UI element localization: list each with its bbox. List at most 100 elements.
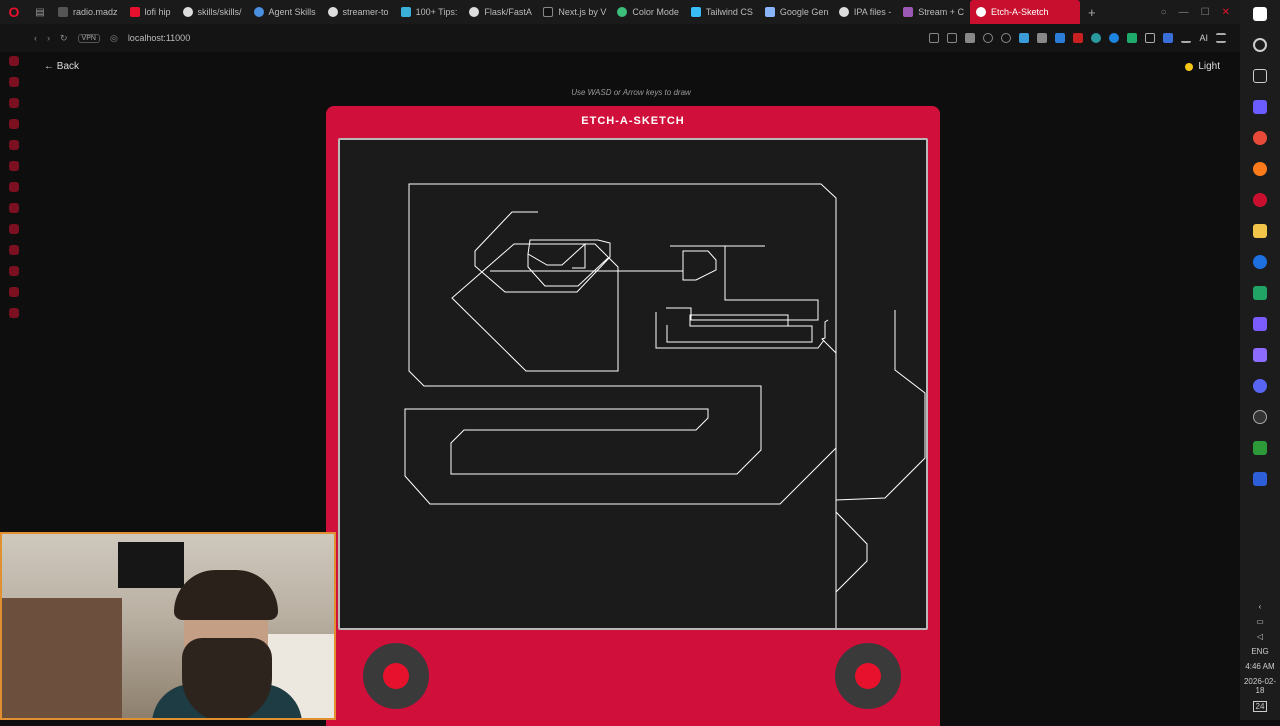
extensions-icon[interactable] (1145, 33, 1156, 43)
window-controls: ○ — ☐ ✕ (1161, 7, 1240, 18)
vpn-badge[interactable]: VPN (77, 33, 100, 43)
ai-button[interactable]: AI (1199, 33, 1208, 43)
copilot-icon[interactable] (1253, 100, 1267, 114)
volume-icon[interactable]: ◁ (1257, 632, 1263, 641)
clock-date[interactable]: 2026-02-18 (1240, 677, 1280, 695)
extension-cyan-icon[interactable] (1109, 33, 1120, 43)
extension-blue-icon[interactable] (1019, 33, 1030, 43)
tab-tips[interactable]: 100+ Tips: (395, 0, 464, 24)
network-icon[interactable]: ▭ (1256, 617, 1264, 626)
language-indicator[interactable]: ENG (1251, 647, 1268, 656)
tab-agent-skills[interactable]: Agent Skills (248, 0, 322, 24)
obsidian-alt-icon[interactable] (1253, 348, 1267, 362)
task-view-icon[interactable] (1253, 69, 1267, 83)
drawing-screen[interactable] (338, 138, 928, 630)
menu-icon[interactable] (1216, 33, 1226, 43)
vim-icon[interactable] (1253, 441, 1267, 455)
tab-label: Stream + C (918, 7, 964, 17)
sidebar-history-icon[interactable] (9, 266, 19, 276)
tab-ipa-files[interactable]: IPA files - (833, 0, 897, 24)
back-button[interactable]: ← Back (44, 61, 79, 72)
tab-color-mode[interactable]: Color Mode (611, 0, 685, 24)
left-knob[interactable] (363, 643, 429, 709)
sidebar-bag-icon[interactable] (9, 77, 19, 87)
obs-icon[interactable] (1253, 410, 1267, 424)
extension-azure-icon[interactable] (1055, 33, 1066, 43)
etch-a-sketch-device: ETCH-A-SKETCH (326, 106, 940, 726)
right-knob[interactable] (835, 643, 901, 709)
tab-favicon-icon (58, 7, 68, 17)
sidebar-discord-icon[interactable] (9, 203, 19, 213)
opera-icon[interactable] (1253, 193, 1267, 207)
extension-red-icon[interactable] (1073, 33, 1084, 43)
drawn-line (835, 310, 926, 592)
sidebar-ai-icon[interactable] (9, 56, 19, 66)
minimize-icon[interactable]: — (1179, 7, 1189, 18)
play-icon[interactable] (983, 33, 994, 43)
back-nav-icon[interactable]: ‹ (34, 33, 37, 43)
tab-label: Flask/FastA (484, 7, 532, 17)
reload-icon[interactable]: ↻ (60, 33, 68, 44)
tab-label: streamer-to (342, 7, 389, 17)
tray-expand-icon[interactable]: ‹ (1259, 602, 1262, 611)
tab-tailwind[interactable]: Tailwind CS (685, 0, 759, 24)
windows-taskbar: ‹ ▭ ◁ ENG 4:46 AM 2026-02-18 24 (1240, 0, 1280, 720)
notifications-badge[interactable]: 24 (1252, 701, 1268, 712)
windows-start-icon[interactable] (1253, 7, 1267, 21)
tab-streamer[interactable]: streamer-to (322, 0, 395, 24)
url-field[interactable]: localhost:11000 (128, 33, 190, 43)
maps-icon[interactable] (1253, 255, 1267, 269)
sheets-icon[interactable] (1253, 286, 1267, 300)
tab-favicon-icon (976, 7, 986, 17)
theme-toggle-button[interactable]: Light (1185, 61, 1220, 72)
sidebar-instagram-icon[interactable] (9, 161, 19, 171)
tab-google-gen[interactable]: Google Gen (759, 0, 833, 24)
new-tab-button[interactable]: + (1080, 5, 1104, 20)
tab-stream[interactable]: Stream + C (897, 0, 970, 24)
obsidian-icon[interactable] (1253, 317, 1267, 331)
maximize-icon[interactable]: ☐ (1201, 7, 1210, 18)
sidebar-box-icon[interactable] (9, 119, 19, 129)
clock-time[interactable]: 4:46 AM (1245, 662, 1274, 671)
tab-menu-icon[interactable]: ▤ (28, 0, 52, 24)
sidebar-settings-icon[interactable] (9, 308, 19, 318)
tab-flask[interactable]: Flask/FastA (463, 0, 537, 24)
sidebar-messenger-icon[interactable] (9, 98, 19, 108)
tab-favicon-icon (838, 7, 849, 17)
tab-nextjs[interactable]: Next.js by V (537, 0, 611, 24)
drawn-line (666, 246, 819, 321)
sidebar-game-icon[interactable] (9, 245, 19, 255)
tab-label: IPA files - (853, 7, 892, 17)
tab-favicon-icon (543, 7, 554, 17)
tab-skills[interactable]: skills/skills/ (177, 0, 248, 24)
search-icon[interactable] (1253, 38, 1267, 52)
extension-green-icon[interactable] (1127, 33, 1138, 43)
sidebar-chat-icon[interactable] (9, 287, 19, 297)
tab-radio[interactable]: radio.madz (52, 0, 124, 24)
firefox-icon[interactable] (1253, 162, 1267, 176)
search-tabs-icon[interactable]: ○ (1161, 7, 1167, 18)
sidebar-music-icon[interactable] (9, 224, 19, 234)
opera-logo-icon[interactable]: O (0, 0, 28, 24)
extension-teal-icon[interactable] (1091, 33, 1102, 43)
forward-nav-icon[interactable]: › (47, 33, 50, 43)
bookmark-icon[interactable] (929, 33, 940, 43)
profile-icon[interactable] (1163, 33, 1174, 43)
discord-icon[interactable] (1253, 379, 1267, 393)
file-explorer-icon[interactable] (1253, 224, 1267, 238)
webcam-overlay (0, 532, 336, 720)
download-icon[interactable] (1181, 33, 1192, 43)
app-arrow-icon[interactable] (1253, 472, 1267, 486)
snapshot-icon[interactable] (947, 33, 958, 43)
close-icon[interactable]: ✕ (1222, 7, 1230, 18)
shield-icon[interactable] (965, 33, 976, 43)
left-knob-core (383, 663, 409, 689)
tab-etch-a-sketch[interactable]: Etch-A-Sketch (970, 0, 1080, 24)
sidebar-twitch-icon[interactable] (9, 140, 19, 150)
tab-lofi[interactable]: lofi hip (124, 0, 177, 24)
extension-grey-icon[interactable] (1037, 33, 1048, 43)
chrome-icon[interactable] (1253, 131, 1267, 145)
heart-icon[interactable] (1001, 33, 1012, 43)
drawn-line (404, 183, 868, 628)
sidebar-x-icon[interactable] (9, 182, 19, 192)
